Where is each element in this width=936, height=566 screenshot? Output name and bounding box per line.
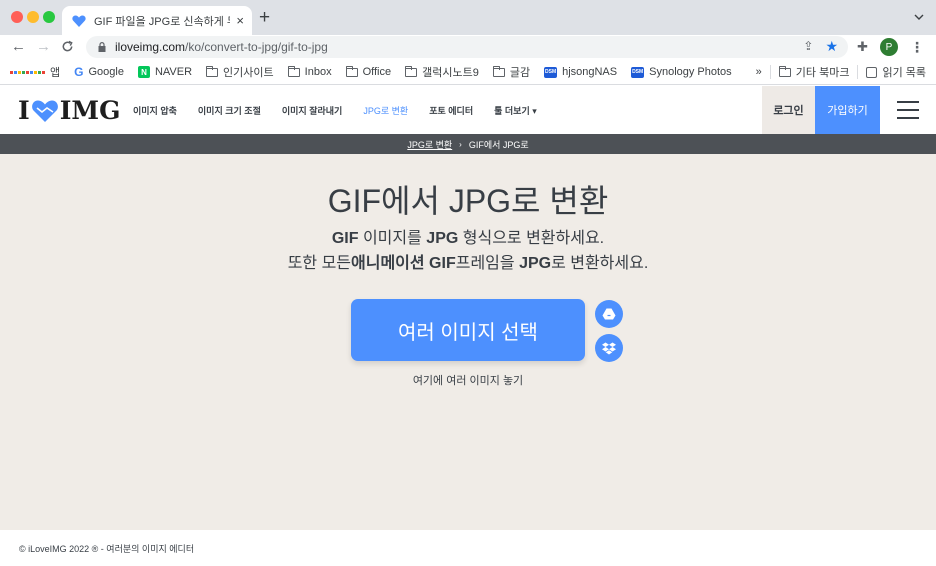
page-title: GIF에서 JPG로 변환 [327,183,609,219]
bookmark-star-icon[interactable]: ★ [825,39,838,53]
close-window-icon[interactable] [11,11,23,23]
bookmark-folder-office[interactable]: Office [345,65,391,78]
bookmark-folder-inbox[interactable]: Inbox [287,65,332,78]
google-icon: G [74,65,84,79]
back-arrow-icon[interactable]: ← [11,39,26,54]
folder-icon [492,65,505,77]
naver-icon: N [137,66,150,78]
iloveimg-logo[interactable]: I IMG [18,96,120,125]
bookmarks-overflow-button[interactable]: » [756,66,762,78]
tab-search-chevron-icon[interactable] [914,12,924,22]
url-text[interactable]: iloveimg.com/ko/convert-to-jpg/gif-to-jp… [115,40,328,54]
page-subtitle-line2: 또한 모든애니메이션 GIF프레임을 JPG로 변환하세요. [287,255,649,272]
forward-arrow-icon[interactable]: → [36,39,51,54]
bookmark-folder-writing[interactable]: 글감 [492,64,530,80]
reading-list-button[interactable]: 읽기 목록 [866,64,926,80]
folder-icon [778,65,791,77]
bookmark-folder-galaxy-note9[interactable]: 갤럭시노트9 [405,64,479,80]
bookmark-apps[interactable]: 앱 [10,64,60,80]
breadcrumb: JPG로 변환 › GIF에서 JPG로 [0,134,936,154]
select-images-button[interactable]: 여러 이미지 선택 [351,299,585,361]
dsm-icon: DSM [544,66,558,78]
nav-crop-image[interactable]: 이미지 잘라내기 [282,104,342,117]
share-icon[interactable]: ⇪ [803,40,813,52]
google-drive-icon [602,308,616,320]
nav-photo-editor[interactable]: 포토 에디터 [429,104,473,117]
iloveimg-favicon-icon [72,15,86,27]
minimize-window-icon[interactable] [27,11,39,23]
bookmark-naver[interactable]: N NAVER [137,66,192,78]
login-button[interactable]: 로그인 [762,86,815,134]
dropbox-icon [602,342,616,354]
profile-avatar[interactable]: P [880,38,898,56]
lock-icon[interactable] [98,42,106,52]
signup-button[interactable]: 가입하기 [815,86,880,134]
bookmark-synology-photos[interactable]: DSM Synology Photos [631,66,732,78]
tab-close-icon[interactable]: × [236,14,244,27]
folder-icon [405,65,418,77]
dropbox-upload-button[interactable] [595,334,623,362]
new-tab-button[interactable]: + [259,8,270,27]
maximize-window-icon[interactable] [43,11,55,23]
reload-icon[interactable] [61,40,74,53]
nav-compress-image[interactable]: 이미지 압축 [133,104,177,117]
breadcrumb-link-convert-to-jpg[interactable]: JPG로 변환 [407,138,452,151]
site-header: I IMG 이미지 압축 이미지 크기 조절 이미지 잘라내기 JPG로 변환 … [0,86,936,134]
folder-icon [345,65,358,77]
folder-icon [287,65,300,77]
site-footer: © iLoveIMG 2022 ® - 여러분의 이미지 에디터 [0,530,936,566]
breadcrumb-separator-icon: › [459,139,462,149]
nav-resize-image[interactable]: 이미지 크기 조절 [198,104,261,117]
browser-tab-strip: GIF 파일을 JPG로 신속하게 무료 변 × + [0,0,936,35]
tab-title: GIF 파일을 JPG로 신속하게 무료 변 [94,15,230,28]
bookmarks-bar: 앱 G Google N NAVER 인기사이트 Inbox Office 갤럭… [0,60,936,85]
bookmarks-divider [769,65,771,79]
bookmark-other-folder[interactable]: 기타 북마크 [778,64,849,80]
bookmark-google[interactable]: G Google [74,65,124,79]
google-drive-upload-button[interactable] [595,300,623,328]
browser-toolbar: ← → iloveimg.com/ko/convert-to-jpg/gif-t… [0,35,936,60]
apps-grid-icon [10,70,45,74]
heart-logo-icon [31,100,58,122]
nav-convert-to-jpg[interactable]: JPG로 변환 [363,104,408,117]
browser-tab-active[interactable]: GIF 파일을 JPG로 신속하게 무료 변 × [62,6,252,35]
drop-images-hint: 여기에 여러 이미지 놓기 [412,375,524,387]
bookmarks-divider [857,65,859,79]
footer-copyright: © iLoveIMG 2022 ® - 여러분의 이미지 에디터 [19,543,195,554]
folder-icon [206,65,219,77]
bookmark-hjsongnas[interactable]: DSM hjsongNAS [544,66,617,78]
reading-list-icon [866,66,878,78]
dsm-icon: DSM [631,66,645,78]
extensions-icon[interactable]: ✚ [857,39,868,55]
address-bar[interactable]: iloveimg.com/ko/convert-to-jpg/gif-to-jp… [86,36,848,58]
hamburger-menu-icon[interactable] [897,101,919,119]
nav-more-tools[interactable]: 툴 더보기 ▾ [494,104,537,117]
site-nav: 이미지 압축 이미지 크기 조절 이미지 잘라내기 JPG로 변환 포토 에디터… [133,86,558,134]
browser-menu-icon[interactable]: ⋮ [910,39,924,56]
main-upload-area: GIF에서 JPG로 변환 GIF 이미지를 JPG 형식으로 변환하세요. 또… [0,154,936,530]
bookmark-folder-popular[interactable]: 인기사이트 [206,64,274,80]
page-subtitle-line1: GIF 이미지를 JPG 형식으로 변환하세요. [331,230,605,247]
breadcrumb-current: GIF에서 JPG로 [468,139,529,150]
